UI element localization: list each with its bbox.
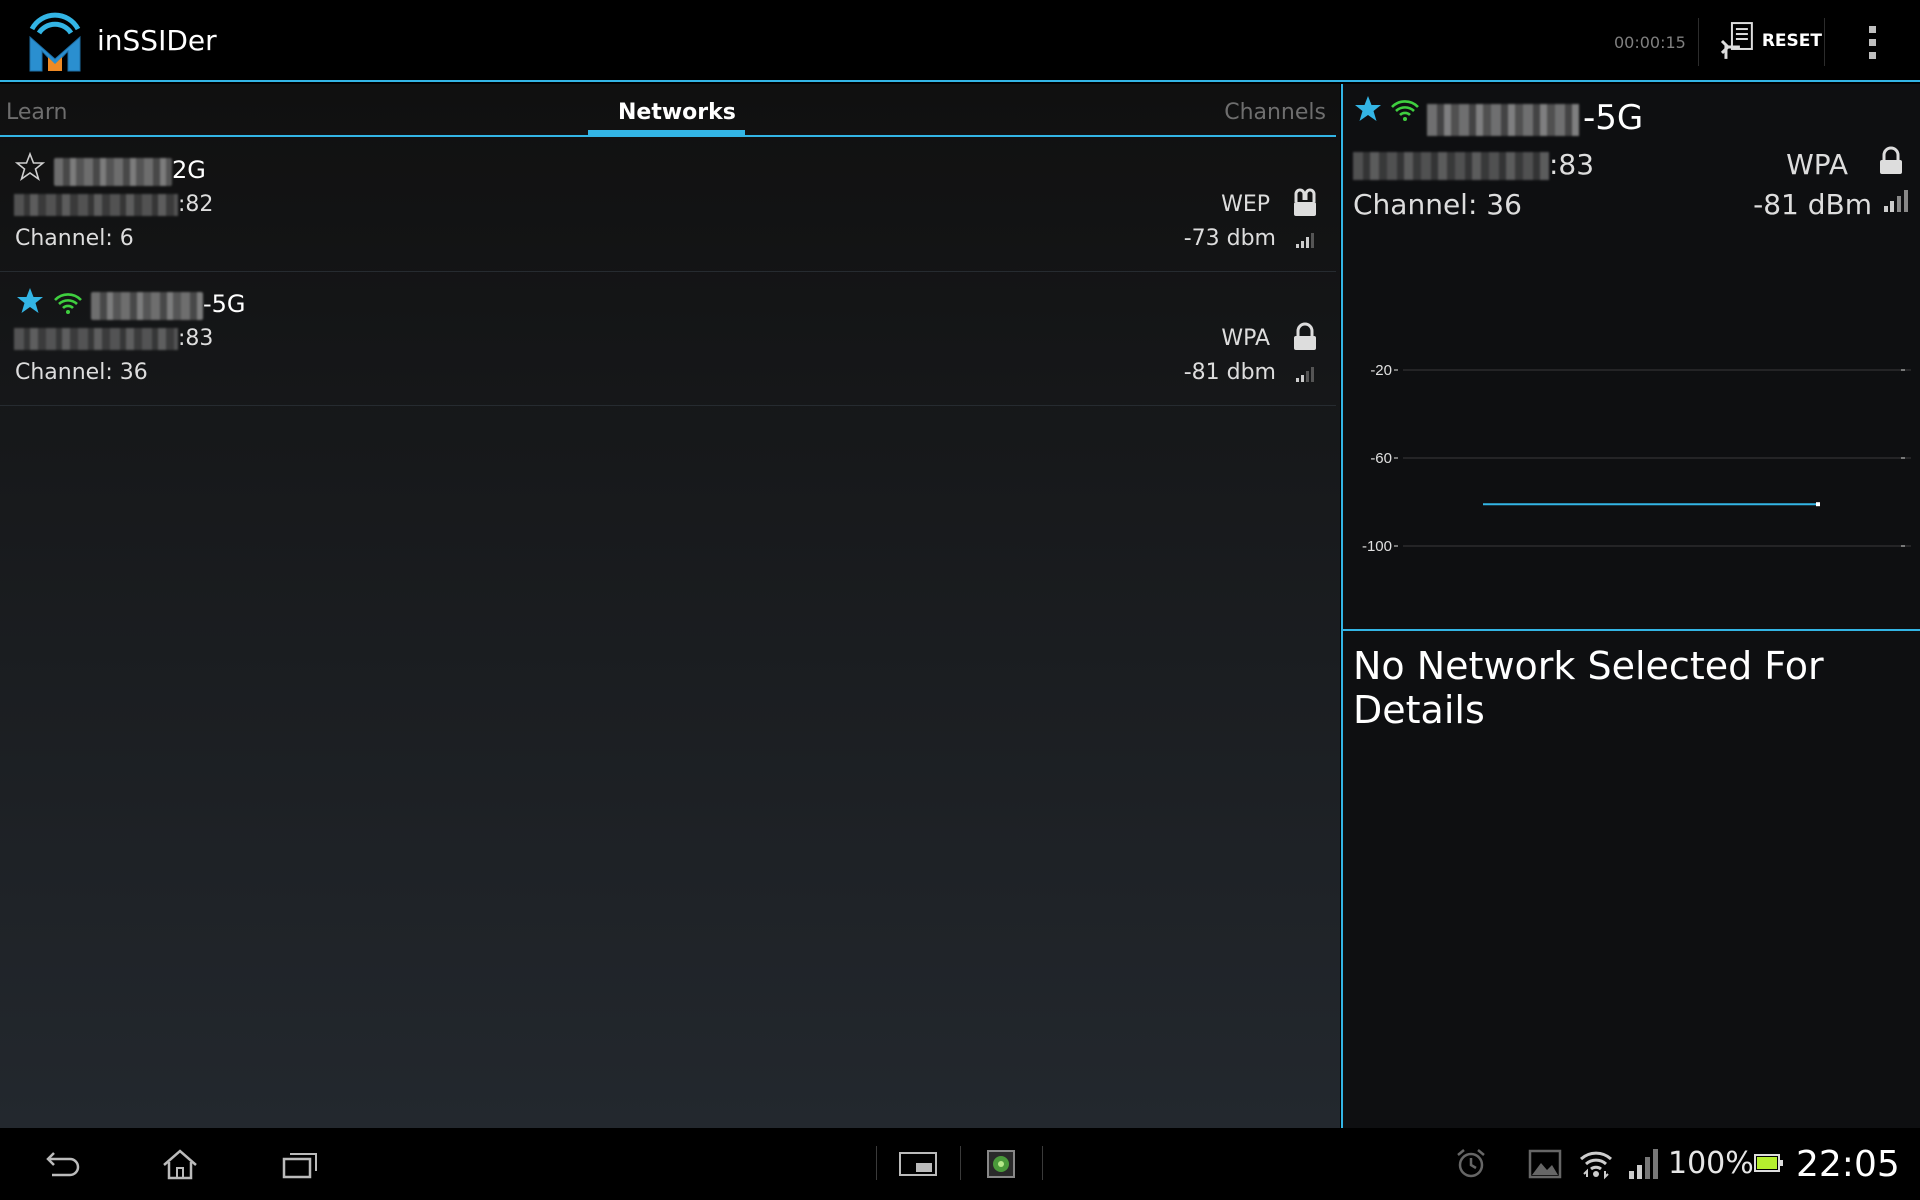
chart-y-tick-label: -100 [1362, 538, 1392, 555]
favorite-star-outline-icon[interactable] [15, 152, 45, 182]
battery-icon [1754, 1154, 1783, 1172]
small-apps-button[interactable] [886, 1138, 950, 1190]
network-mac-suffix: :83 [178, 326, 214, 351]
tab-bar: Learn Networks Channels [0, 84, 1336, 137]
overflow-dot [1868, 25, 1876, 33]
network-ssid-suffix: -5G [203, 290, 246, 318]
chart-y-tick-label: -60 [1370, 450, 1392, 467]
signal-bars-icon [1296, 367, 1314, 382]
chart-y-tick-label: -20 [1370, 362, 1392, 379]
tab-learn[interactable]: Learn [6, 100, 68, 125]
detail-ssid-suffix: -5G [1583, 98, 1644, 138]
ssid-redacted [91, 292, 203, 320]
mac-redacted [14, 328, 178, 350]
signal-bars-icon [1296, 233, 1314, 248]
tab-networks[interactable]: Networks [618, 100, 736, 125]
network-mac-suffix: :82 [178, 192, 214, 217]
network-ssid-suffix: 2G [172, 156, 206, 184]
signal-detail-pane: -5G :83 WPA Channel: 36 -81 dBm -20 -60 -1… [1343, 84, 1920, 1128]
ssid-redacted [54, 158, 172, 186]
detail-security: WPA [1786, 148, 1848, 181]
network-signal-strength: -73 dbm [1183, 226, 1276, 251]
lock-icon [1880, 146, 1902, 174]
home-icon [163, 1149, 197, 1180]
back-button[interactable] [28, 1138, 92, 1190]
network-signal-strength: -81 dbm [1183, 360, 1276, 385]
action-bar: inSSIDer 00:00:15 RESET [0, 0, 1920, 82]
reset-button[interactable]: RESET [1700, 10, 1822, 72]
ssid-redacted [1427, 104, 1579, 136]
running-app-icon [987, 1150, 1015, 1178]
cellular-signal-icon [1629, 1149, 1658, 1179]
battery-percent: 100% [1668, 1146, 1754, 1181]
elapsed-timer: 00:00:15 [1614, 33, 1686, 52]
status-clock: 22:05 [1796, 1144, 1900, 1185]
no-selection-message: No Network Selected For Details [1353, 644, 1824, 732]
mac-redacted [1353, 152, 1549, 180]
action-bar-divider [1698, 18, 1699, 66]
tab-channels[interactable]: Channels [1224, 100, 1326, 125]
details-divider [1343, 629, 1920, 631]
system-navigation-bar: 100% 22:05 [0, 1128, 1920, 1200]
nav-divider [960, 1146, 961, 1180]
nav-divider [876, 1146, 877, 1180]
signal-history-chart: -20 -60 -100 [1362, 362, 1911, 555]
chart-current-point [1816, 502, 1820, 507]
mac-redacted [14, 194, 178, 216]
detail-mac-suffix: :83 [1549, 148, 1595, 181]
image-notification-icon [1528, 1149, 1562, 1179]
network-row[interactable]: -5G :83 Channel: 36 WPA -81 dbm [0, 272, 1336, 406]
wifi-status-icon [1579, 1151, 1613, 1180]
network-channel: Channel: 6 [15, 226, 134, 251]
reset-icon [1720, 22, 1753, 59]
overflow-menu-button[interactable] [1850, 14, 1894, 70]
nav-divider [1042, 1146, 1043, 1180]
selected-tab-indicator [588, 130, 745, 136]
network-security: WPA [1221, 326, 1270, 351]
network-row[interactable]: 2G :82 Channel: 6 WEP -73 dbm [0, 138, 1336, 272]
detail-channel: Channel: 36 [1353, 188, 1522, 221]
connected-wifi-icon [1391, 100, 1419, 121]
alarm-clock-icon [1457, 1149, 1485, 1178]
connected-wifi-icon [54, 293, 82, 314]
recent-apps-icon [282, 1153, 317, 1179]
small-app-window-icon [899, 1152, 937, 1176]
network-channel: Channel: 36 [15, 360, 148, 385]
reset-label: RESET [1761, 31, 1822, 51]
favorite-star-filled-icon[interactable] [15, 286, 45, 316]
app-title: inSSIDer [97, 24, 217, 57]
detail-signal-strength: -81 dBm [1753, 188, 1872, 221]
home-button[interactable] [148, 1138, 212, 1190]
signal-bars-icon [1884, 190, 1908, 212]
action-bar-divider [1824, 18, 1825, 66]
lock-icon [1294, 322, 1316, 350]
overflow-dot [1868, 38, 1876, 46]
favorite-star-filled-icon[interactable] [1353, 94, 1383, 124]
unlocked-lock-icon [1294, 188, 1316, 216]
back-icon [46, 1152, 80, 1177]
overflow-dot [1868, 51, 1876, 59]
inssider-logo-icon[interactable] [26, 7, 84, 75]
networks-pane: Learn Networks Channels 2G :82 Channel: … [0, 84, 1340, 1128]
network-security: WEP [1221, 192, 1270, 217]
screenshot-app-button[interactable] [969, 1138, 1033, 1190]
recent-apps-button[interactable] [268, 1138, 332, 1190]
